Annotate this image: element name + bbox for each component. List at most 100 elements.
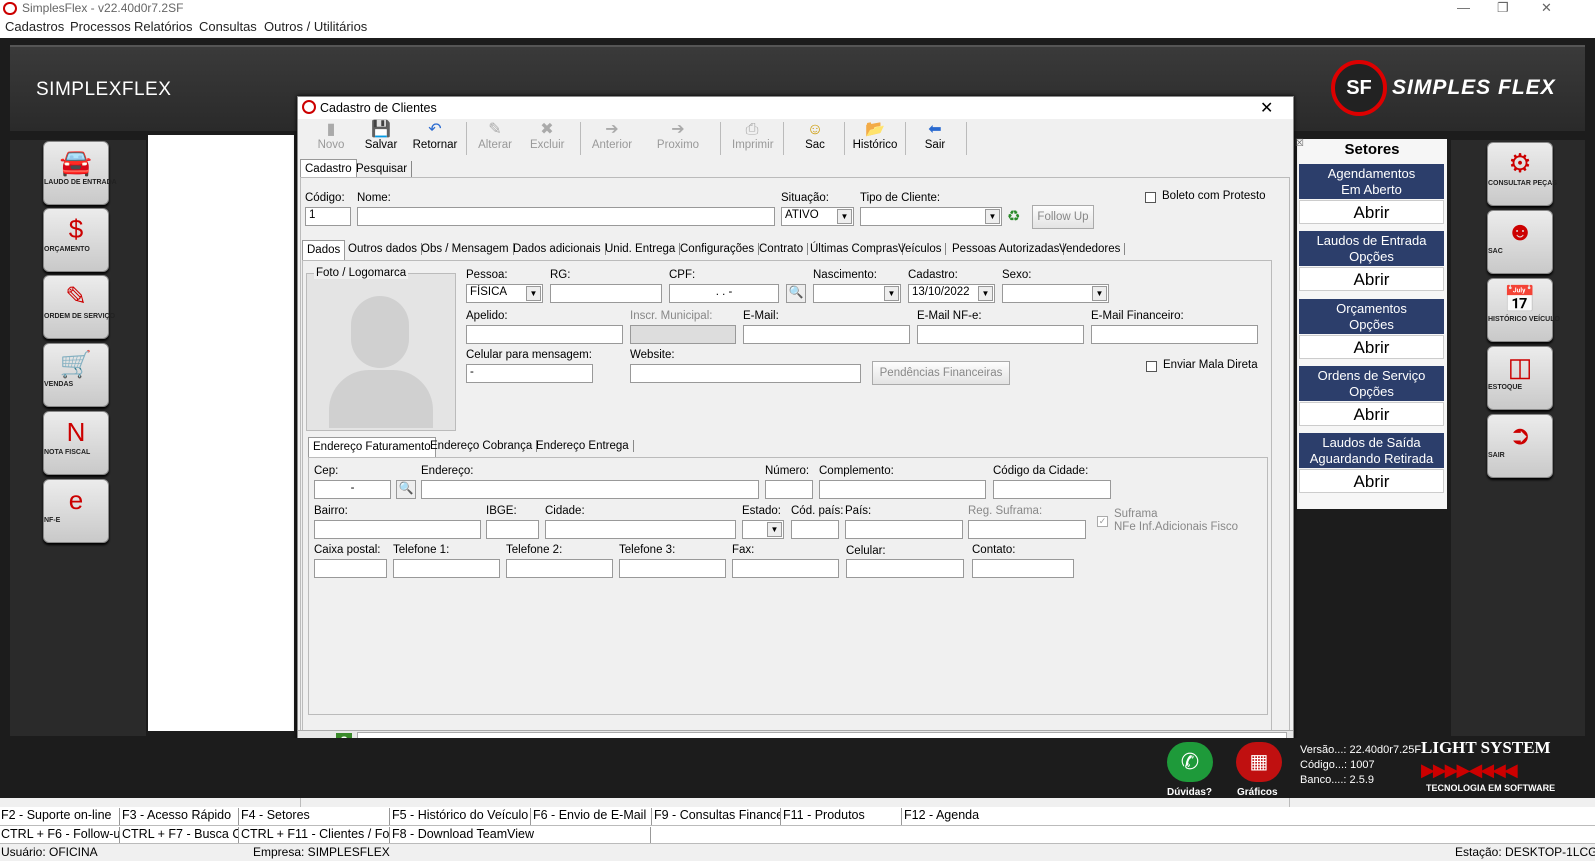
orcamento-button[interactable]: $ ORÇAMENTO [43, 208, 109, 272]
setor-orcamentos-abrir[interactable]: Abrir [1299, 335, 1444, 359]
tab-cadastro[interactable]: Cadastro [300, 159, 357, 177]
historico-button[interactable]: 📂 Histórico [852, 121, 898, 157]
setor-laudos-saida-abrir[interactable]: Abrir [1299, 469, 1444, 493]
fkey-f6[interactable]: F6 - Envio de E-Mail [532, 808, 652, 825]
fkey-f11[interactable]: F11 - Produtos [782, 808, 902, 825]
proximo-button[interactable]: ➔ Proximo [656, 121, 700, 157]
complemento-input[interactable] [819, 480, 986, 499]
endereco-input[interactable] [421, 480, 759, 499]
cpf-input[interactable]: . . - [669, 284, 779, 303]
email-financeiro-input[interactable] [1091, 325, 1258, 344]
historico-veiculo-button[interactable]: 📅 HISTÓRICO VEÍCULO [1487, 278, 1560, 342]
nfe-button[interactable]: e NF-E [43, 479, 109, 543]
fkey-f5[interactable]: F5 - Histórico do Veículo [391, 808, 531, 825]
alterar-button[interactable]: ✎ Alterar [478, 121, 512, 157]
minimize-icon[interactable]: — [1457, 0, 1470, 15]
tab-obs-mensagem[interactable]: Obs / Mensagem [417, 243, 514, 255]
sac-toolbar-button[interactable]: ☺ Sac [798, 121, 832, 157]
cep-search-icon[interactable]: 🔍 [396, 480, 416, 499]
tab-dados-adicionais[interactable]: Dados adicionais [509, 243, 606, 255]
estado-select[interactable]: ▼ [742, 520, 784, 539]
cpf-search-icon[interactable]: 🔍 [786, 284, 806, 303]
excluir-button[interactable]: ✖ Excluir [530, 121, 565, 157]
follow-up-button[interactable]: Follow Up [1032, 205, 1094, 229]
suframa-checkbox[interactable]: ✓ [1097, 516, 1108, 527]
fkey-f12[interactable]: F12 - Agenda [903, 808, 1595, 825]
numero-input[interactable] [765, 480, 813, 499]
bairro-input[interactable] [314, 520, 481, 539]
salvar-button[interactable]: 💾 Salvar [364, 121, 398, 157]
whatsapp-icon[interactable]: ✆ [1167, 742, 1213, 782]
caixa-postal-input[interactable] [314, 559, 387, 578]
tab-endereco-faturamento[interactable]: Endereço Faturamento [308, 437, 436, 457]
situacao-select[interactable]: ATIVO ▼ [781, 207, 854, 226]
sair-button[interactable]: ➲ SAIR [1487, 414, 1553, 478]
anterior-button[interactable]: ➔ Anterior [590, 121, 634, 157]
inscr-municipal-input[interactable] [630, 325, 736, 344]
tab-endereco-entrega[interactable]: Endereço Entrega [532, 440, 634, 452]
menu-outros[interactable]: Outros / Utilitários [264, 19, 367, 34]
fkey-f9[interactable]: F9 - Consultas Financeir [653, 808, 781, 825]
pendencias-financeiras-button[interactable]: Pendências Financeiras [872, 361, 1010, 385]
sac-button[interactable]: ☻ SAC [1487, 210, 1553, 274]
telefone2-input[interactable] [506, 559, 613, 578]
tab-unid-entrega[interactable]: Unid. Entrega [601, 243, 681, 255]
fkey-f4[interactable]: F4 - Setores [240, 808, 390, 825]
chart-icon[interactable]: ▦ [1236, 742, 1282, 782]
nascimento-input[interactable]: ▼ [813, 284, 901, 303]
ibge-input[interactable] [486, 520, 539, 539]
tipo-cliente-select[interactable]: ▼ [860, 207, 1002, 226]
sexo-select[interactable]: ▼ [1002, 284, 1109, 303]
tab-ultimas-compras[interactable]: Últimas Compras [806, 243, 904, 255]
cidade-input[interactable] [545, 520, 736, 539]
tipo-cliente-add-icon[interactable]: ♻ [1007, 207, 1027, 226]
maximize-icon[interactable]: ❐ [1497, 0, 1509, 16]
setor-laudos-entrada-abrir[interactable]: Abrir [1299, 267, 1444, 291]
dialog-close-icon[interactable]: ✕ [1260, 98, 1273, 118]
close-window-icon[interactable]: ✕ [1541, 0, 1552, 16]
nome-input[interactable] [357, 207, 775, 226]
fkey-f3[interactable]: F3 - Acesso Rápido [121, 808, 239, 825]
tab-configuracoes[interactable]: Configurações [676, 243, 760, 255]
reg-suframa-input[interactable] [968, 520, 1086, 539]
imprimir-button[interactable]: ⎙ Imprimir [732, 121, 774, 157]
apelido-input[interactable] [466, 325, 623, 344]
tab-endereco-cobranca[interactable]: Endereço Cobrança [426, 440, 538, 452]
consultar-pecas-button[interactable]: ⚙ CONSULTAR PEÇAS [1487, 142, 1557, 206]
menu-consultas[interactable]: Consultas [199, 19, 257, 34]
tab-pesquisar[interactable]: Pesquisar [352, 161, 413, 177]
email-input[interactable] [743, 325, 910, 344]
retornar-button[interactable]: ↶ Retornar [412, 121, 458, 157]
pais-input[interactable] [845, 520, 963, 539]
vendas-button[interactable]: 🛒 VENDAS [43, 343, 109, 407]
codigo-input[interactable]: 1 [305, 207, 351, 226]
cadastro-date-input[interactable]: 13/10/2022 ▼ [908, 284, 995, 303]
website-input[interactable] [630, 364, 861, 383]
tab-veiculos[interactable]: Veículos [894, 243, 947, 255]
celular-input[interactable] [846, 559, 964, 578]
menu-processos[interactable]: Processos [70, 19, 131, 34]
cod-pais-input[interactable] [791, 520, 839, 539]
menu-relatorios[interactable]: Relatórios [134, 19, 193, 34]
novo-button[interactable]: ▮ Novo [314, 121, 348, 157]
cep-input[interactable]: - [314, 480, 391, 499]
ordem-servico-button[interactable]: ✎ ORDEM DE SERVIÇO [43, 275, 115, 339]
setor-ordens-servico-abrir[interactable]: Abrir [1299, 402, 1444, 426]
setor-agendamentos-abrir[interactable]: Abrir [1299, 200, 1444, 224]
sair-toolbar-button[interactable]: ⬅ Sair [918, 121, 952, 157]
tab-pessoas-autorizadas[interactable]: Pessoas Autorizadas [948, 243, 1065, 255]
tab-dados[interactable]: Dados [302, 240, 346, 260]
rg-input[interactable] [550, 284, 662, 303]
fkey-f2[interactable]: F2 - Suporte on-line [0, 808, 120, 825]
tab-outros-dados[interactable]: Outros dados [344, 243, 423, 255]
telefone3-input[interactable] [619, 559, 726, 578]
fax-input[interactable] [732, 559, 839, 578]
nota-fiscal-button[interactable]: N NOTA FISCAL [43, 411, 109, 475]
fkey-ctrl-f11[interactable]: CTRL + F11 - Clientes / Forr [240, 827, 390, 844]
estoque-button[interactable]: ◫ ESTOQUE [1487, 346, 1553, 410]
tab-contrato[interactable]: Contrato [755, 243, 809, 255]
codigo-cidade-input[interactable] [993, 480, 1111, 499]
email-nfe-input[interactable] [917, 325, 1084, 344]
boleto-checkbox[interactable] [1145, 192, 1156, 203]
telefone1-input[interactable] [393, 559, 500, 578]
